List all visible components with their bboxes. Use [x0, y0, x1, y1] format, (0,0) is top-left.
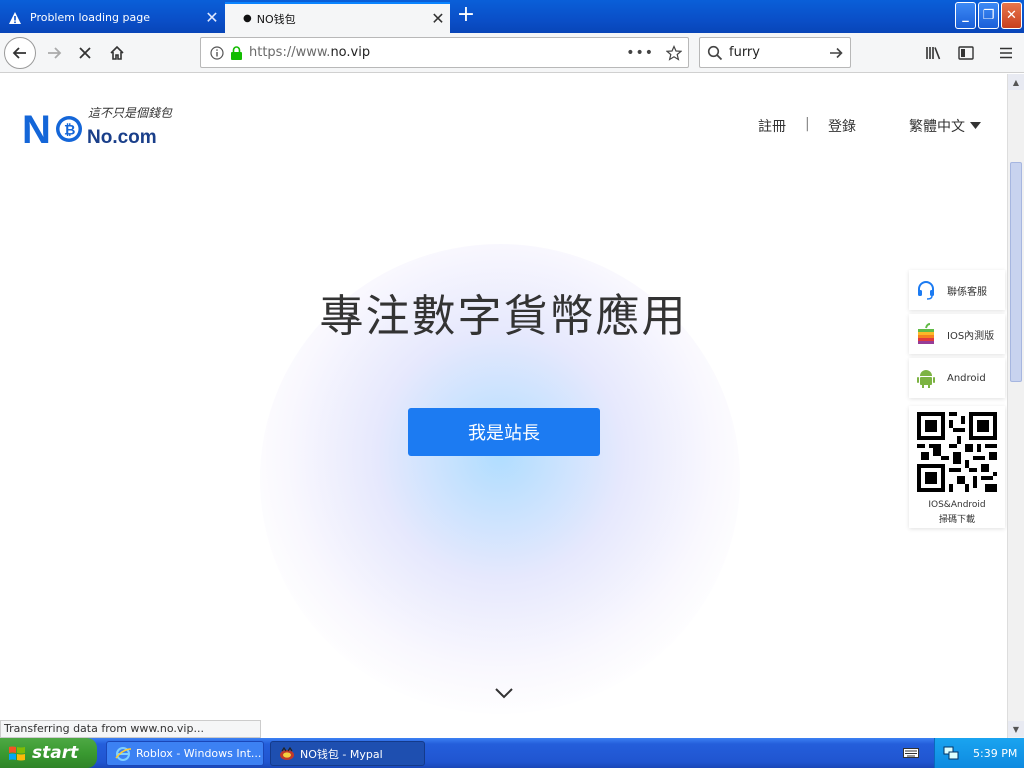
logo-tagline: 這不只是個錢包	[88, 106, 173, 120]
arrow-right-icon	[48, 47, 62, 59]
android-label: Android	[947, 372, 986, 384]
android-link[interactable]: Android	[909, 358, 1005, 398]
screen: Problem loading page ✕ ● NO钱包 ✕ + _ ❐ ✕	[0, 0, 1024, 768]
qr-code-image	[917, 412, 997, 492]
language-selector[interactable]: 繁體中文	[909, 116, 981, 136]
arrow-left-icon	[12, 47, 26, 59]
headset-icon	[915, 279, 937, 301]
home-button[interactable]	[101, 37, 133, 69]
home-icon	[110, 45, 124, 60]
qr-caption-platforms: IOS&Android	[928, 500, 986, 510]
login-link[interactable]: 登錄	[828, 116, 856, 136]
android-icon	[915, 367, 937, 389]
keyboard-icon[interactable]	[903, 746, 919, 760]
windows-taskbar: start Roblox - Windows Int... NO钱包 - Myp…	[0, 738, 1024, 768]
caret-down-icon	[970, 122, 981, 129]
search-icon	[707, 45, 723, 60]
restore-button[interactable]: ❐	[978, 2, 999, 29]
ios-beta-link[interactable]: IOS內測版	[909, 314, 1005, 354]
menu-button[interactable]	[990, 37, 1022, 69]
internet-explorer-icon	[115, 746, 131, 761]
hamburger-icon	[1000, 47, 1012, 59]
page-actions-icon[interactable]: •••	[626, 45, 654, 61]
dot-icon: ●	[243, 13, 252, 24]
url-prefix: https://www.	[249, 45, 331, 60]
qr-caption-scan: 掃碼下載	[938, 515, 975, 525]
info-icon[interactable]	[210, 45, 224, 60]
stop-icon	[79, 47, 91, 59]
clock[interactable]: 5:39 PM	[973, 747, 1017, 760]
address-bar[interactable]: https://www.no.vip •••	[200, 37, 689, 68]
sidebar-button[interactable]	[950, 37, 982, 69]
mypal-browser-icon	[280, 746, 294, 760]
bookmark-star-icon[interactable]	[666, 44, 682, 61]
language-label: 繁體中文	[909, 119, 965, 135]
scrollbar-thumb[interactable]	[1010, 162, 1022, 382]
register-link[interactable]: 註冊	[758, 116, 786, 136]
tab-no-wallet[interactable]: ● NO钱包 ✕	[225, 2, 450, 33]
close-window-button[interactable]: ✕	[1001, 2, 1022, 29]
no-com-logo[interactable]: N ₿ 這不只是個錢包 No.com	[22, 102, 182, 150]
url-domain: no.vip	[330, 45, 371, 60]
library-button[interactable]	[918, 37, 950, 69]
download-qr-card[interactable]: IOS&Android 掃碼下載	[909, 406, 1005, 528]
web-page: N ₿ 這不只是個錢包 No.com 註冊 | 登錄 繁體中文 專注數字貨幣應用…	[0, 74, 1007, 719]
scroll-down-chevron-icon[interactable]	[494, 686, 514, 700]
search-bar[interactable]: furry	[699, 37, 851, 68]
browser-nav-bar: https://www.no.vip ••• furry	[0, 33, 1024, 73]
taskbar-item-roblox[interactable]: Roblox - Windows Int...	[106, 741, 264, 766]
close-tab-icon[interactable]: ✕	[426, 10, 450, 27]
taskbar-item-mypal[interactable]: NO钱包 - Mypal	[270, 741, 425, 766]
lock-icon[interactable]	[230, 45, 243, 60]
ios-beta-label: IOS內測版	[947, 330, 995, 342]
stop-button[interactable]	[69, 37, 101, 69]
hero-title: 專注數字貨幣應用	[319, 291, 688, 342]
forward-button[interactable]	[38, 37, 70, 69]
url-text: https://www.no.vip	[249, 45, 626, 60]
sidebar-icon	[958, 46, 974, 60]
apple-icon	[915, 323, 937, 345]
tab-label: NO钱包	[256, 12, 296, 26]
network-icon[interactable]	[943, 745, 959, 761]
scroll-down-arrow-icon[interactable]: ▼	[1008, 721, 1024, 737]
customer-service-link[interactable]: 聯係客服	[909, 270, 1005, 310]
scroll-up-arrow-icon[interactable]: ▲	[1008, 74, 1024, 90]
back-button[interactable]	[4, 37, 36, 69]
status-text: Transferring data from www.no.vip...	[0, 720, 261, 738]
nav-separator: |	[805, 116, 810, 132]
tab-label: Problem loading page	[30, 11, 150, 24]
start-label: start	[32, 743, 79, 763]
customer-service-label: 聯係客服	[947, 286, 987, 298]
logo-name: No.com	[87, 127, 157, 148]
library-icon	[926, 47, 941, 60]
browser-tab-bar: Problem loading page ✕ ● NO钱包 ✕ + _ ❐ ✕	[0, 0, 1024, 33]
close-tab-icon[interactable]: ✕	[200, 9, 224, 26]
minimize-button[interactable]: _	[955, 2, 976, 29]
warning-icon	[9, 11, 21, 24]
start-button[interactable]: start	[0, 738, 97, 768]
search-input[interactable]: furry	[729, 45, 828, 60]
svg-text:N: N	[22, 108, 51, 150]
system-tray: 5:39 PM	[934, 738, 1024, 768]
svg-text:₿: ₿	[64, 122, 75, 138]
search-go-icon[interactable]	[828, 45, 844, 61]
new-tab-button[interactable]: +	[455, 4, 477, 28]
tab-problem-loading[interactable]: Problem loading page ✕	[0, 2, 224, 33]
taskbar-item-label: Roblox - Windows Int...	[136, 747, 262, 760]
taskbar-item-label: NO钱包 - Mypal	[300, 747, 383, 761]
windows-flag-icon	[9, 746, 25, 761]
page-scrollbar[interactable]: ▲ ▼	[1007, 74, 1024, 738]
webmaster-button[interactable]: 我是站長	[408, 408, 600, 456]
